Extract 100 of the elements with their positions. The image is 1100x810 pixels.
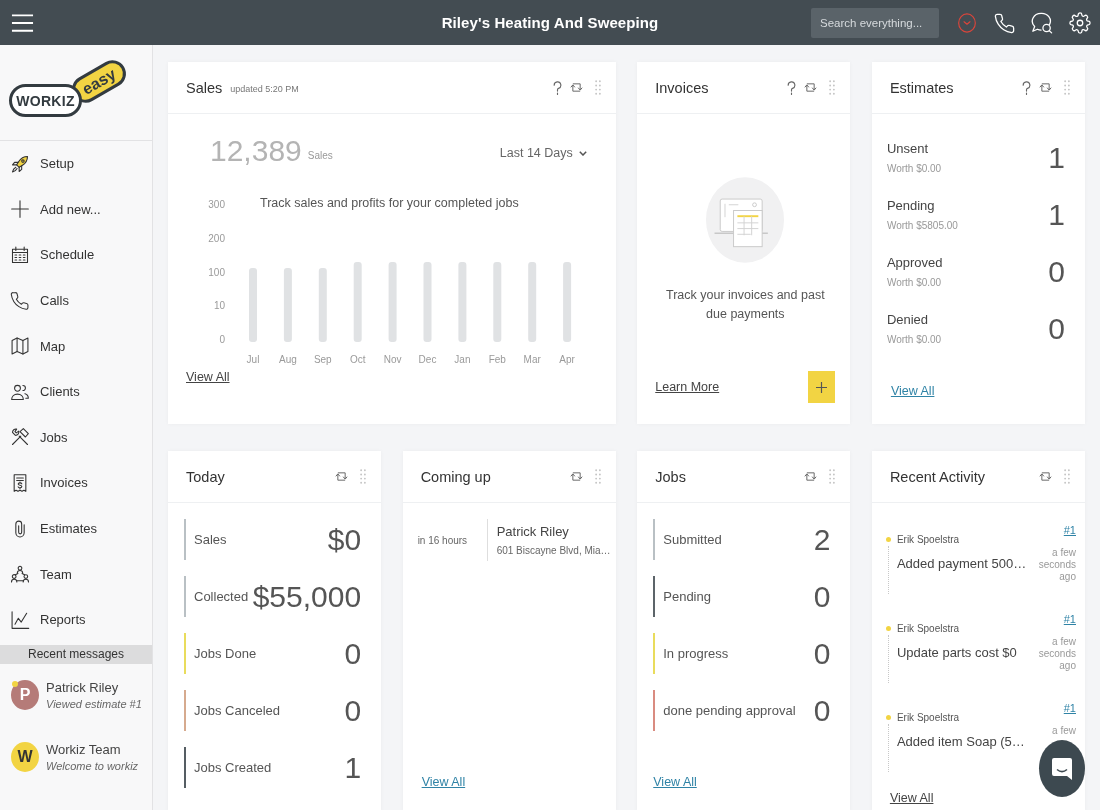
sidebar-item[interactable]: Calls bbox=[0, 277, 152, 324]
plus-icon bbox=[10, 199, 30, 220]
axis-tick-label: 100 bbox=[208, 266, 225, 278]
stat-value: 2 bbox=[813, 522, 831, 557]
estimate-status: Approved bbox=[886, 255, 943, 270]
phone-icon[interactable] bbox=[993, 11, 1015, 34]
axis-tick-label: 0 bbox=[219, 334, 225, 345]
stat-value: $0 bbox=[327, 522, 362, 557]
drag-handle-icon[interactable] bbox=[829, 469, 836, 484]
stat-label: Collected bbox=[194, 589, 249, 604]
help-icon[interactable] bbox=[787, 80, 797, 95]
estimate-status: Unsent bbox=[886, 141, 930, 156]
tools-icon bbox=[10, 427, 30, 448]
sidebar-item[interactable]: Schedule bbox=[0, 232, 152, 278]
refresh-icon[interactable] bbox=[1039, 470, 1052, 483]
card-title: Recent Activity bbox=[889, 468, 985, 485]
view-all-link[interactable]: View All bbox=[421, 775, 466, 789]
avatar: W bbox=[11, 741, 39, 772]
estimate-status: Pending bbox=[886, 198, 936, 213]
view-all-link[interactable]: View All bbox=[890, 384, 935, 398]
sidebar-item[interactable]: Add new... bbox=[0, 186, 152, 233]
refresh-icon[interactable] bbox=[569, 81, 583, 94]
sidebar-item[interactable]: Map bbox=[0, 323, 152, 369]
axis-category-label: Dec bbox=[418, 354, 437, 365]
drag-handle-icon[interactable] bbox=[1064, 469, 1070, 484]
drag-handle-icon[interactable] bbox=[594, 80, 601, 95]
view-all-link[interactable]: View All bbox=[889, 791, 934, 805]
help-icon[interactable] bbox=[552, 80, 562, 95]
drag-handle-icon[interactable] bbox=[829, 80, 836, 95]
add-button[interactable] bbox=[808, 371, 836, 403]
updated-time: updated 5:20 PM bbox=[230, 84, 299, 94]
sidebar-item[interactable]: Estimates bbox=[0, 505, 152, 552]
range-dropdown[interactable]: Last 14 Days bbox=[499, 146, 587, 160]
calendar-icon bbox=[10, 245, 30, 265]
sales-total-label: Sales bbox=[307, 149, 333, 161]
stat-value: $55,000 bbox=[252, 579, 362, 614]
activity-user: Erik Spoelstra bbox=[896, 534, 961, 545]
timeline-dot-icon bbox=[885, 537, 891, 542]
rocket-icon bbox=[10, 153, 30, 174]
refresh-icon[interactable] bbox=[804, 81, 818, 94]
sidebar-item[interactable]: Jobs bbox=[0, 414, 152, 461]
event-client[interactable]: Patrick Riley bbox=[496, 524, 606, 539]
sidebar-item[interactable]: Invoices bbox=[0, 460, 152, 506]
estimate-worth: Worth $5805.00 bbox=[886, 220, 958, 231]
axis-category-label: Aug bbox=[279, 354, 297, 365]
refresh-icon[interactable] bbox=[335, 470, 349, 483]
stat-label: Jobs Canceled bbox=[194, 703, 280, 718]
card-title: Sales bbox=[186, 79, 223, 96]
refresh-icon[interactable] bbox=[569, 470, 583, 483]
drag-handle-icon[interactable] bbox=[360, 469, 367, 484]
message-sender[interactable]: Workiz Team bbox=[46, 741, 139, 757]
stat-value: 0 bbox=[344, 693, 362, 728]
sidebar-item[interactable]: Team bbox=[0, 551, 152, 597]
sidebar-item[interactable]: Setup bbox=[0, 141, 152, 187]
empty-state-message: Track your invoices and past due payments bbox=[665, 287, 826, 323]
search-field[interactable]: Search everything... bbox=[811, 7, 939, 38]
card-title: Jobs bbox=[655, 468, 686, 485]
settings-icon[interactable] bbox=[1069, 11, 1091, 34]
phone-icon bbox=[10, 290, 30, 311]
refresh-icon[interactable] bbox=[804, 470, 818, 483]
menu-icon[interactable] bbox=[11, 12, 34, 33]
stat-label: done pending approval bbox=[663, 703, 796, 718]
activity-description: Added payment 500… bbox=[896, 556, 1028, 571]
axis-category-label: Sep bbox=[313, 354, 332, 365]
chat-icon bbox=[1051, 756, 1073, 781]
sidebar-item[interactable]: Clients bbox=[0, 368, 152, 415]
stat-value: 0 bbox=[813, 693, 831, 728]
stat-label: Pending bbox=[663, 589, 711, 604]
chat-icon[interactable] bbox=[1031, 11, 1053, 34]
estimate-status: Denied bbox=[886, 312, 930, 327]
message-preview: Welcome to workiz bbox=[46, 759, 139, 772]
axis-tick-label: 200 bbox=[208, 232, 225, 244]
stat-value: 0 bbox=[813, 636, 831, 671]
view-all-link[interactable]: View All bbox=[186, 370, 230, 384]
estimate-worth: Worth $0.00 bbox=[886, 163, 942, 174]
reference-link[interactable]: #1 bbox=[1063, 613, 1076, 625]
message-sender[interactable]: Patrick Riley bbox=[46, 679, 142, 695]
drag-handle-icon[interactable] bbox=[1064, 80, 1070, 95]
axis-tick-label: 300 bbox=[208, 199, 225, 210]
reference-link[interactable]: #1 bbox=[1063, 702, 1076, 714]
axis-category-label: Jul bbox=[246, 354, 260, 365]
estimate-count: 1 bbox=[1048, 140, 1065, 175]
sales-total: 12,389 bbox=[210, 134, 302, 168]
stat-label: Sales bbox=[194, 532, 227, 547]
help-icon[interactable] bbox=[1022, 80, 1031, 95]
stat-label: Jobs Done bbox=[194, 646, 257, 661]
axis-category-label: Mar bbox=[523, 354, 541, 365]
axis-category-label: Oct bbox=[349, 354, 366, 365]
view-all-link[interactable]: View All bbox=[653, 775, 697, 789]
axis-category-label: Feb bbox=[488, 354, 506, 365]
refresh-icon[interactable] bbox=[1039, 81, 1052, 94]
card-title: Coming up bbox=[420, 468, 491, 485]
drag-handle-icon[interactable] bbox=[594, 469, 601, 484]
activity-description: Added item Soap (5… bbox=[896, 734, 1026, 749]
sidebar-item[interactable]: Reports bbox=[0, 596, 152, 643]
axis-tick-label: 10 bbox=[213, 300, 225, 312]
learn-more-link[interactable]: Learn More bbox=[655, 380, 720, 394]
line-chart-icon bbox=[10, 609, 30, 630]
reference-link[interactable]: #1 bbox=[1063, 524, 1076, 536]
timeline-dot-icon bbox=[885, 626, 891, 631]
